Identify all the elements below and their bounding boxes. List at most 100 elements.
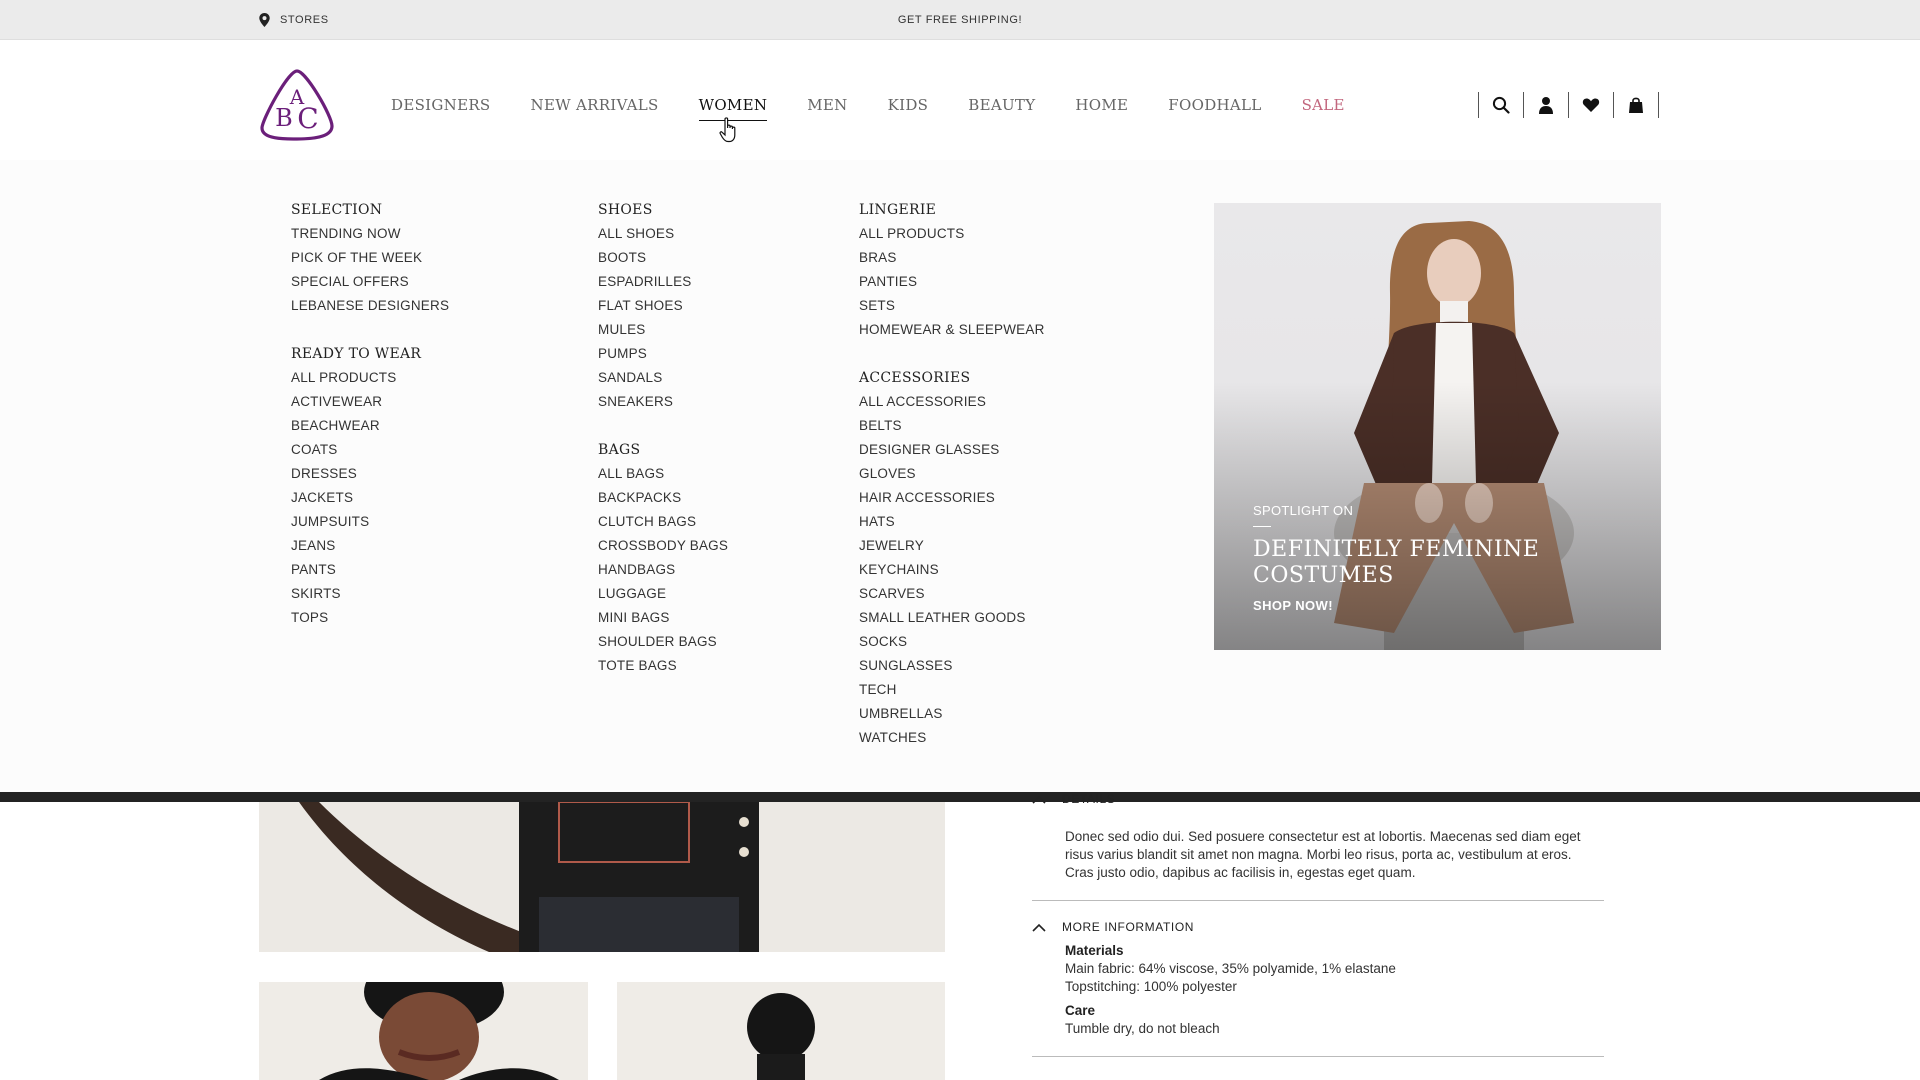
menu-link[interactable]: BRAS [859, 249, 1045, 273]
nav-beauty[interactable]: BEAUTY [968, 96, 1035, 121]
shop-now-link[interactable]: SHOP NOW! [1253, 598, 1583, 613]
menu-link[interactable]: JUMPSUITS [291, 513, 449, 537]
search-button[interactable] [1479, 92, 1523, 118]
menu-link[interactable]: MULES [598, 321, 728, 345]
menu-group-title[interactable]: SELECTION [291, 201, 449, 225]
menu-link[interactable]: HAIR ACCESSORIES [859, 489, 1045, 513]
nav-foodhall[interactable]: FOODHALL [1168, 96, 1261, 121]
menu-link[interactable]: PANTS [291, 561, 449, 585]
shopping-bag-icon [1629, 97, 1643, 113]
menu-link[interactable]: SCARVES [859, 585, 1045, 609]
menu-group-lingerie: LINGERIE ALL PRODUCTS BRAS PANTIES SETS … [859, 201, 1045, 345]
wishlist-button[interactable] [1569, 92, 1613, 118]
nav-designers[interactable]: DESIGNERS [391, 96, 491, 121]
nav-home[interactable]: HOME [1075, 96, 1128, 121]
women-mega-menu: SELECTION TRENDING NOW PICK OF THE WEEK … [0, 160, 1920, 792]
menu-link[interactable]: SPECIAL OFFERS [291, 273, 449, 297]
materials-label: Materials [1065, 943, 1124, 958]
menu-link[interactable]: UMBRELLAS [859, 705, 1045, 729]
menu-link[interactable]: BEACHWEAR [291, 417, 449, 441]
product-image-thumb-1[interactable] [259, 982, 588, 1080]
menu-link[interactable]: BACKPACKS [598, 489, 728, 513]
cart-button[interactable] [1614, 92, 1658, 118]
menu-link[interactable]: SHOULDER BAGS [598, 633, 728, 657]
menu-link[interactable]: CROSSBODY BAGS [598, 537, 728, 561]
more-information-accordion-header[interactable]: MORE INFORMATION [1032, 920, 1194, 934]
divider [1658, 92, 1659, 118]
menu-link[interactable]: ALL ACCESSORIES [859, 393, 1045, 417]
menu-link[interactable]: KEYCHAINS [859, 561, 1045, 585]
menu-link[interactable]: BOOTS [598, 249, 728, 273]
menu-link[interactable]: ALL SHOES [598, 225, 728, 249]
menu-link[interactable]: DRESSES [291, 465, 449, 489]
menu-link[interactable]: SETS [859, 297, 1045, 321]
nav-sale[interactable]: SALE [1302, 96, 1345, 121]
product-image-main[interactable] [259, 802, 945, 952]
menu-link[interactable]: ALL PRODUCTS [859, 225, 1045, 249]
care-label: Care [1065, 1003, 1096, 1018]
menu-group-shoes: SHOES ALL SHOES BOOTS ESPADRILLES FLAT S… [598, 201, 728, 417]
menu-link[interactable]: ESPADRILLES [598, 273, 728, 297]
more-information-content: Materials Main fabric: 64% viscose, 35% … [1065, 942, 1396, 1038]
hand-pointer-cursor-icon [719, 117, 736, 143]
menu-link[interactable]: SUNGLASSES [859, 657, 1045, 681]
menu-link[interactable]: BELTS [859, 417, 1045, 441]
materials-line: Main fabric: 64% viscose, 35% polyamide,… [1065, 961, 1396, 976]
menu-group-title[interactable]: BAGS [598, 441, 728, 465]
menu-link[interactable]: LEBANESE DESIGNERS [291, 297, 449, 321]
menu-link[interactable]: FLAT SHOES [598, 297, 728, 321]
menu-link[interactable]: GLOVES [859, 465, 1045, 489]
top-bar: STORES GET FREE SHIPPING! [0, 0, 1920, 40]
menu-group-title[interactable]: LINGERIE [859, 201, 1045, 225]
menu-link[interactable]: CLUTCH BAGS [598, 513, 728, 537]
menu-link[interactable]: HANDBAGS [598, 561, 728, 585]
product-image-thumb-2[interactable] [617, 982, 945, 1080]
menu-link[interactable]: TECH [859, 681, 1045, 705]
menu-link[interactable]: SMALL LEATHER GOODS [859, 609, 1045, 633]
nav-men[interactable]: MEN [807, 96, 847, 121]
menu-link[interactable]: COATS [291, 441, 449, 465]
free-shipping-banner[interactable]: GET FREE SHIPPING! [0, 14, 1920, 26]
menu-link[interactable]: PANTIES [859, 273, 1045, 297]
promo-kicker: SPOTLIGHT ON [1253, 503, 1354, 518]
menu-link[interactable]: SKIRTS [291, 585, 449, 609]
menu-column-3: LINGERIE ALL PRODUCTS BRAS PANTIES SETS … [859, 201, 1045, 777]
menu-link[interactable]: TOPS [291, 609, 449, 633]
menu-link[interactable]: PICK OF THE WEEK [291, 249, 449, 273]
menu-group-title[interactable]: SHOES [598, 201, 728, 225]
user-icon [1539, 97, 1553, 114]
chevron-up-icon [1032, 923, 1046, 932]
divider [1253, 526, 1271, 527]
menu-link[interactable]: TOTE BAGS [598, 657, 728, 681]
menu-link[interactable]: WATCHES [859, 729, 1045, 753]
menu-group-bags: BAGS ALL BAGS BACKPACKS CLUTCH BAGS CROS… [598, 441, 728, 681]
product-description: Donec sed odio dui. Sed posuere consecte… [1065, 829, 1581, 880]
menu-column-1: SELECTION TRENDING NOW PICK OF THE WEEK … [291, 201, 449, 657]
menu-bottom-border [0, 792, 1920, 802]
menu-group-title[interactable]: READY TO WEAR [291, 345, 449, 369]
account-button[interactable] [1524, 92, 1568, 118]
menu-link[interactable]: ALL PRODUCTS [291, 369, 449, 393]
heart-icon [1582, 98, 1600, 112]
menu-link[interactable]: MINI BAGS [598, 609, 728, 633]
menu-link[interactable]: ACTIVEWEAR [291, 393, 449, 417]
nav-kids[interactable]: KIDS [888, 96, 929, 121]
menu-group-title[interactable]: ACCESSORIES [859, 369, 1045, 393]
menu-link[interactable]: HOMEWEAR & SLEEPWEAR [859, 321, 1045, 345]
menu-link[interactable]: PUMPS [598, 345, 728, 369]
spotlight-promo-card[interactable]: SPOTLIGHT ON DEFINITELY FEMININE COSTUME… [1214, 203, 1661, 650]
menu-link[interactable]: SNEAKERS [598, 393, 728, 417]
menu-link[interactable]: LUGGAGE [598, 585, 728, 609]
menu-link[interactable]: SOCKS [859, 633, 1045, 657]
menu-link[interactable]: JACKETS [291, 489, 449, 513]
menu-link[interactable]: TRENDING NOW [291, 225, 449, 249]
nav-new-arrivals[interactable]: NEW ARRIVALS [531, 96, 659, 121]
menu-link[interactable]: HATS [859, 513, 1045, 537]
details-accordion-header[interactable]: DETAILS [1032, 792, 1115, 806]
brand-logo[interactable]: A B C [258, 68, 336, 142]
menu-link[interactable]: JEWELRY [859, 537, 1045, 561]
menu-link[interactable]: DESIGNER GLASSES [859, 441, 1045, 465]
menu-link[interactable]: SANDALS [598, 369, 728, 393]
menu-link[interactable]: ALL BAGS [598, 465, 728, 489]
menu-link[interactable]: JEANS [291, 537, 449, 561]
